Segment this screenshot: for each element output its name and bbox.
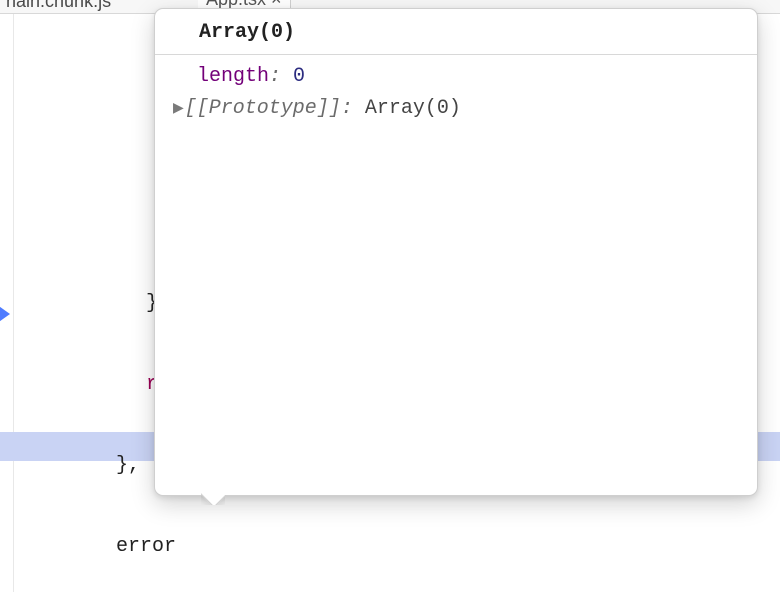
devtools-sources-panel: nain.chunk.js App.tsx × f v }; ret }, er… bbox=[0, 0, 780, 592]
code-line: error bbox=[14, 533, 780, 560]
object-prototype-row[interactable]: ▶[[Prototype]]: Array(0) bbox=[173, 93, 749, 126]
disclosure-triangle-icon[interactable]: ▶ bbox=[173, 93, 184, 125]
popover-title: Array(0) bbox=[155, 9, 757, 55]
execution-pointer-icon bbox=[0, 304, 10, 324]
popover-body: length: 0 ▶[[Prototype]]: Array(0) bbox=[155, 55, 757, 132]
breadcrumb-fragment: nain.chunk.js bbox=[0, 0, 117, 12]
popover-caret-icon bbox=[201, 493, 225, 505]
object-property-row[interactable]: length: 0 bbox=[173, 61, 749, 93]
line-gutter bbox=[0, 14, 14, 592]
value-hover-popover[interactable]: Array(0) length: 0 ▶[[Prototype]]: Array… bbox=[154, 8, 758, 496]
